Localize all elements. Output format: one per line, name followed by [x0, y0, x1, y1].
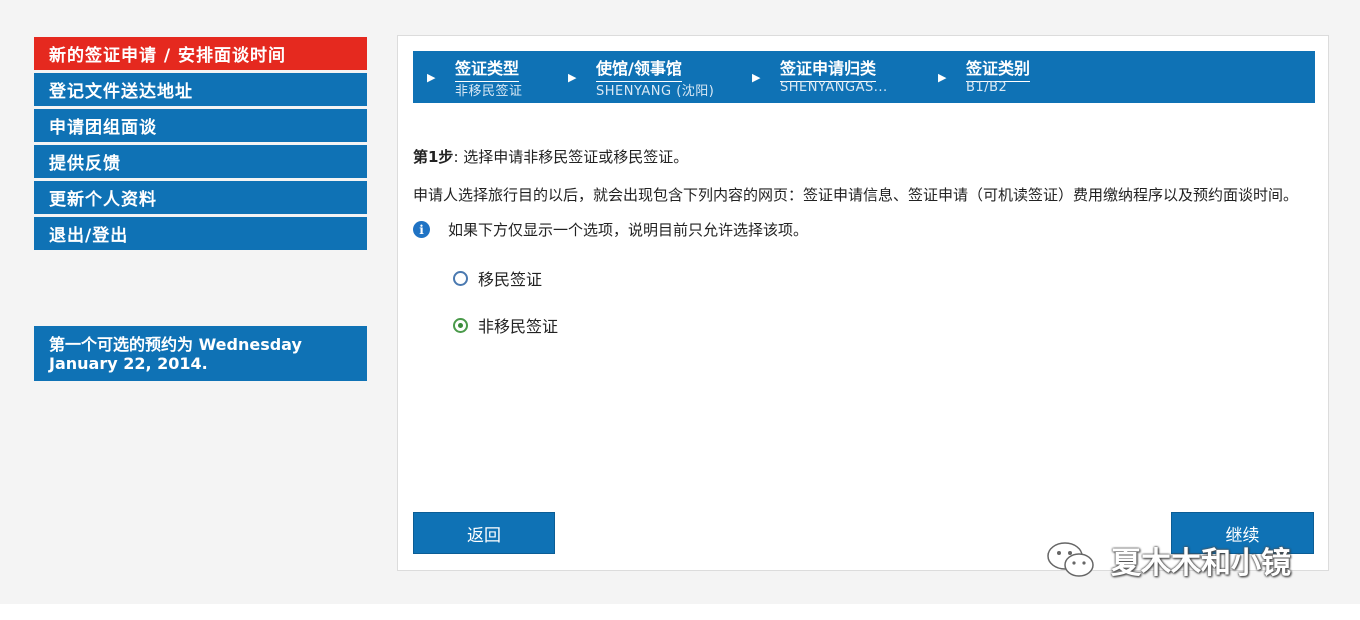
step-arrow-icon: ▶: [938, 71, 947, 84]
step-arrow-icon: ▶: [568, 71, 577, 84]
sidebar-nav: 新的签证申请 / 安排面谈时间 登记文件送达地址 申请团组面谈 提供反馈 更新个…: [34, 37, 367, 253]
watermark: 夏木木和小镜: [1045, 538, 1291, 582]
sidebar-item-label: 更新个人资料: [49, 190, 157, 210]
progress-steps: ▶ 签证类型 非移民签证 ▶ 使馆/领事馆 SHENYANG (沈阳) ▶ 签证…: [413, 51, 1315, 103]
step-number-label: 第1步: [413, 148, 454, 166]
step-title: 使馆/领事馆: [596, 55, 682, 82]
bottom-strip: [0, 604, 1360, 620]
sidebar-item-label: 提供反馈: [49, 154, 121, 174]
sidebar-item-delivery-address[interactable]: 登记文件送达地址: [34, 73, 367, 106]
step-title: 签证类型: [455, 55, 520, 82]
main-panel: ▶ 签证类型 非移民签证 ▶ 使馆/领事馆 SHENYANG (沈阳) ▶ 签证…: [397, 35, 1329, 571]
step-description: 申请人选择旅行目的以后，就会出现包含下列内容的网页：签证申请信息、签证申请（可机…: [413, 186, 1299, 204]
step-title: 签证申请归类: [780, 55, 877, 82]
sidebar-item-logout[interactable]: 退出/登出: [34, 217, 367, 250]
back-button[interactable]: 返回: [413, 512, 555, 554]
radio-button[interactable]: [453, 317, 468, 333]
radio-option-nonimmigrant-visa[interactable]: 非移民签证: [453, 313, 1318, 337]
step-value: B1/B2: [966, 80, 1008, 95]
step-arrow-icon: ▶: [752, 71, 761, 84]
radio-option-immigrant-visa[interactable]: 移民签证: [453, 266, 1318, 290]
sidebar-item-label: 新的签证申请 / 安排面谈时间: [49, 46, 287, 66]
wechat-logo-icon: [1047, 542, 1094, 577]
step-instruction: 第1步: 选择申请非移民签证或移民签证。: [413, 146, 1318, 167]
radio-button[interactable]: [453, 270, 468, 286]
step-content: 第1步: 选择申请非移民签证或移民签证。 申请人选择旅行目的以后，就会出现包含下…: [413, 146, 1318, 360]
info-note-text: 如果下方仅显示一个选项，说明目前只允许选择该项。: [448, 221, 809, 239]
sidebar-item-feedback[interactable]: 提供反馈: [34, 145, 367, 178]
step-instruction-text: : 选择申请非移民签证或移民签证。: [453, 148, 689, 166]
step-value: SHENYANG (沈阳): [596, 84, 715, 99]
sidebar-item-group-interview[interactable]: 申请团组面谈: [34, 109, 367, 142]
watermark-text: 夏木木和小镜: [1111, 546, 1291, 581]
info-note: i 如果下方仅显示一个选项，说明目前只允许选择该项。: [413, 219, 1318, 240]
sidebar-item-label: 退出/登出: [49, 226, 129, 246]
step-value: 非移民签证: [455, 84, 523, 99]
sidebar-item-label: 申请团组面谈: [49, 118, 157, 138]
step-title: 签证类别: [966, 55, 1031, 82]
step-arrow-icon: ▶: [427, 71, 436, 84]
sidebar-item-label: 登记文件送达地址: [49, 82, 193, 102]
first-appointment-notice: 第一个可选的预约为 Wednesday January 22, 2014.: [34, 326, 367, 381]
step-value: SHENYANGAS...: [780, 80, 888, 95]
sidebar-item-new-application[interactable]: 新的签证申请 / 安排面谈时间: [34, 37, 367, 70]
radio-label: 移民签证: [478, 270, 543, 289]
info-icon: i: [413, 221, 430, 238]
sidebar-item-update-profile[interactable]: 更新个人资料: [34, 181, 367, 214]
radio-label: 非移民签证: [478, 317, 559, 336]
